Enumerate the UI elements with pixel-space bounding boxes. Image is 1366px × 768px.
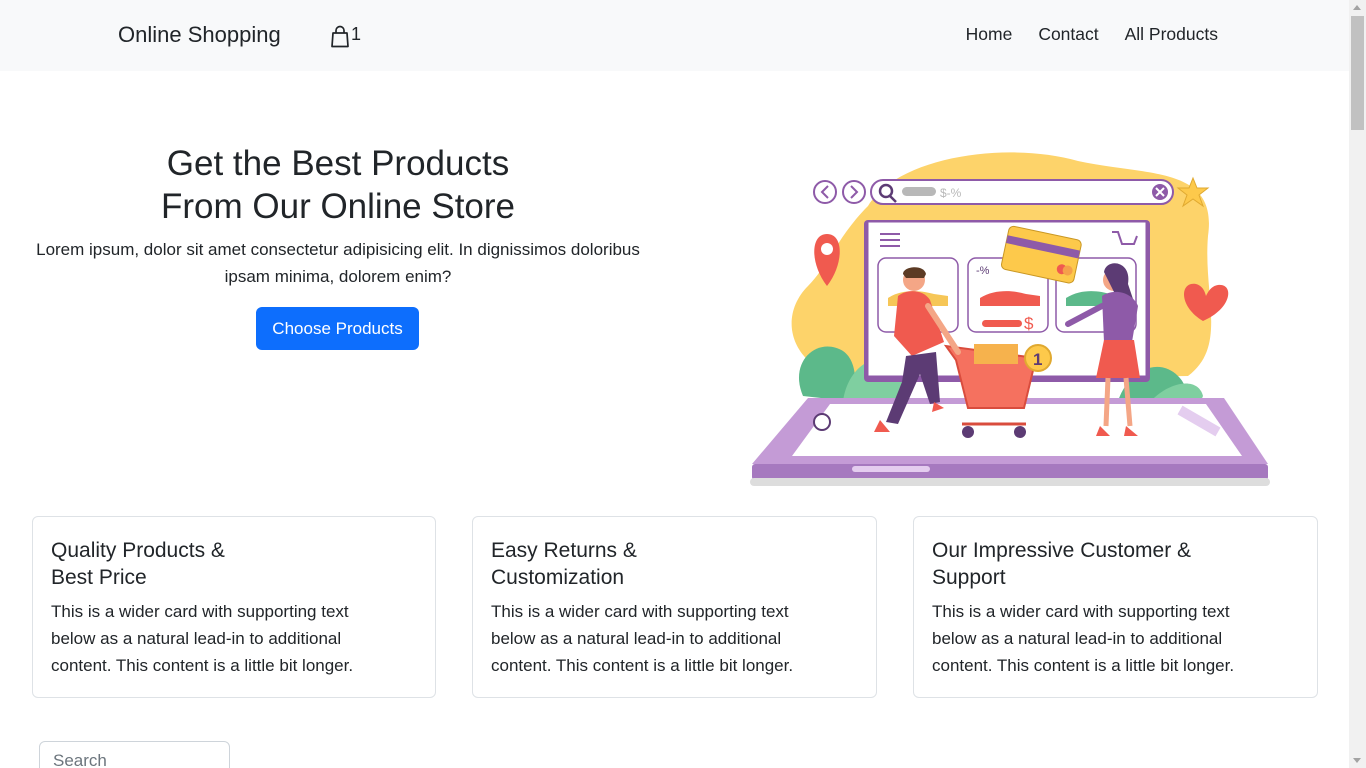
- scroll-down-arrow-icon[interactable]: [1353, 758, 1361, 763]
- navbar: Online Shopping 1 Home Contact All Produ…: [0, 0, 1349, 71]
- illustration-cart-badge: 1: [1033, 350, 1042, 369]
- feature-card-returns: Easy Returns & Customization This is a w…: [472, 516, 877, 698]
- cart-count-badge: 1: [351, 24, 362, 44]
- scroll-up-arrow-icon[interactable]: [1353, 5, 1361, 10]
- scrollbar-thumb[interactable]: [1351, 16, 1364, 130]
- card-title-line2: Best Price: [51, 566, 147, 589]
- hero-description: Lorem ipsum, dolor sit amet consectetur …: [36, 240, 640, 286]
- nav-links: Home Contact All Products: [966, 24, 1218, 45]
- card-title-line1: Easy Returns &: [491, 539, 637, 562]
- nav-link-contact[interactable]: Contact: [1038, 24, 1098, 45]
- nav-link-home[interactable]: Home: [966, 24, 1013, 45]
- card-title: Our Impressive Customer & Support: [932, 537, 1232, 591]
- hero-title: Get the Best Products From Our Online St…: [0, 142, 676, 228]
- feature-card-support: Our Impressive Customer & Support This i…: [913, 516, 1318, 698]
- card-title-line2: Customization: [491, 566, 625, 589]
- card-text: This is a wider card with supporting tex…: [491, 602, 794, 675]
- hero-title-line1: Get the Best Products: [166, 144, 510, 183]
- online-shopping-illustration: $-% -% $ 1: [750, 152, 1270, 486]
- card-title: Quality Products & Best Price: [51, 537, 351, 591]
- nav-link-all-products[interactable]: All Products: [1125, 24, 1218, 45]
- brand-link[interactable]: Online Shopping: [118, 22, 281, 48]
- card-text: This is a wider card with supporting tex…: [51, 602, 354, 675]
- page-scrollbar[interactable]: [1349, 0, 1366, 768]
- hero-title-line2: From Our Online Store: [161, 187, 515, 226]
- card-title-line1: Our Impressive Customer &: [932, 539, 1192, 562]
- card-title-line1: Quality Products &: [51, 539, 225, 562]
- search-input[interactable]: [39, 741, 230, 768]
- card-title-line2: Support: [932, 566, 1006, 589]
- illustration-price-symbol: $: [1024, 314, 1034, 333]
- card-title: Easy Returns & Customization: [491, 537, 791, 591]
- cart-link[interactable]: 1: [330, 24, 361, 48]
- illustration-discount-text: -%: [976, 265, 990, 277]
- shopping-bag-icon: [331, 25, 349, 48]
- illustration-search-text: $-%: [940, 186, 962, 200]
- feature-card-quality: Quality Products & Best Price This is a …: [32, 516, 436, 698]
- card-text: This is a wider card with supporting tex…: [932, 602, 1235, 675]
- choose-products-button[interactable]: Choose Products: [256, 307, 419, 350]
